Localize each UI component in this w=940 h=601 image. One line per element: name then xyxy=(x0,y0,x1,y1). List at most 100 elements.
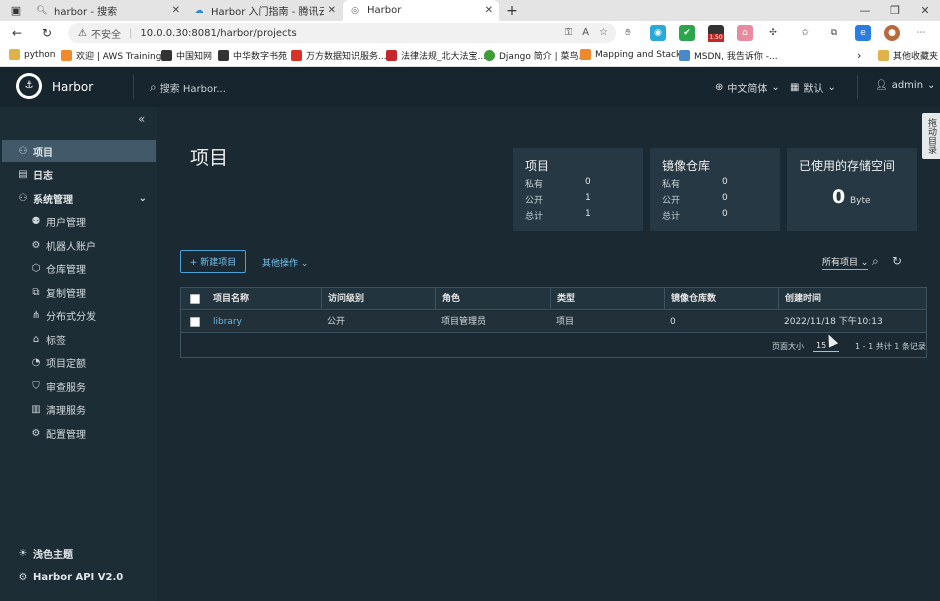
bookmark-label: 中华数字书苑 xyxy=(233,52,288,62)
stat-label: 私有 xyxy=(662,180,681,190)
reload-icon[interactable]: ↻ xyxy=(38,24,56,42)
sidebar-item-label: 用户管理 xyxy=(46,217,86,229)
restore-icon[interactable]: ❐ xyxy=(880,0,910,21)
more-icon[interactable]: ⋯ xyxy=(913,25,929,41)
column-header-role[interactable]: 角色 xyxy=(435,288,549,310)
favorites-icon[interactable]: ✩ xyxy=(797,25,813,41)
edge-extension-icon[interactable]: e xyxy=(855,25,871,41)
column-header-type[interactable]: 类型 xyxy=(550,288,664,310)
sidebar-item-distribution[interactable]: ⋔ 分布式分发 xyxy=(0,304,157,326)
stat-value: 1 xyxy=(585,193,591,203)
shield-extension-icon[interactable]: ✔ xyxy=(679,25,695,41)
bookmark-item[interactable]: 中国知网 xyxy=(161,49,212,62)
sidebar-item-labels[interactable]: ⌂ 标签 xyxy=(0,328,157,350)
other-bookmarks[interactable]: 其他收藏夹 xyxy=(878,49,938,62)
global-search[interactable]: ⌕ 搜索 Harbor... xyxy=(150,80,226,95)
close-tab-icon[interactable]: ✕ xyxy=(485,5,493,16)
close-tab-icon[interactable]: ✕ xyxy=(172,5,180,16)
puzzle-icon[interactable]: ✣ xyxy=(765,25,781,41)
project-filter-select[interactable]: 所有项目 ⌄ xyxy=(822,255,869,270)
api-label: Harbor API V2.0 xyxy=(33,571,124,583)
hand-icon[interactable]: ✋︎ xyxy=(620,25,636,41)
sidebar-item-clean-up[interactable]: ▥ 清理服务 xyxy=(0,398,157,420)
more-actions-dropdown[interactable]: 其他操作 ⌄ xyxy=(262,256,308,269)
sidebar-item-robots[interactable]: ⚙ 机器人账户 xyxy=(0,234,157,256)
extension-badge: 1.50 xyxy=(708,34,724,42)
select-all-checkbox[interactable] xyxy=(190,294,200,304)
collapse-sidebar-icon[interactable]: « xyxy=(138,112,145,126)
theme-toggle[interactable]: ☀ 浅色主题 xyxy=(0,542,157,564)
bookmark-item[interactable]: 法律法规_北大法宝... xyxy=(386,49,486,62)
url-separator: | xyxy=(128,27,133,39)
search-placeholder: 搜索 Harbor... xyxy=(159,84,226,95)
bookmark-item[interactable]: 中华数字书苑 xyxy=(218,49,287,62)
api-explorer-link[interactable]: ⚙ Harbor API V2.0 xyxy=(0,566,157,588)
bookmarks-overflow-icon[interactable]: › xyxy=(857,49,861,62)
url-field[interactable]: ⚠ 不安全 | 10.0.0.30:8081/harbor/projects ⚿… xyxy=(68,23,616,43)
new-tab-icon[interactable]: + xyxy=(504,3,520,19)
browser-tab-search[interactable]: 🔍︎ harbor - 搜索 ✕ xyxy=(30,0,186,21)
profile-avatar[interactable]: ● xyxy=(884,25,900,41)
sidebar-item-label: 日志 xyxy=(33,170,53,182)
bookmark-item[interactable]: MSDN, 我告诉你 -... xyxy=(679,49,778,62)
table-row[interactable]: library 公开 项目管理员 项目 0 2022/11/18 下午10:13 xyxy=(181,311,926,333)
trash-icon: ▥ xyxy=(31,403,41,415)
collections-icon[interactable]: ⧉ xyxy=(826,25,842,41)
column-header-created[interactable]: 创建时间 xyxy=(778,288,926,310)
bookmark-item[interactable]: Mapping and Stack... xyxy=(580,49,690,60)
tab-actions-icon[interactable]: ▣ xyxy=(8,3,24,19)
read-aloud-icon[interactable]: A xyxy=(582,23,589,43)
floating-side-tab[interactable]: 拖动目录 xyxy=(922,113,940,159)
bookmark-label: MSDN, 我告诉你 -... xyxy=(694,52,778,62)
bookmark-item[interactable]: 欢迎 | AWS Training... xyxy=(61,49,170,62)
storage-value: 0 xyxy=(832,186,846,208)
bookmark-item[interactable]: 万方数据知识服务... xyxy=(291,49,387,62)
close-window-icon[interactable]: ✕ xyxy=(910,0,940,21)
minimize-icon[interactable]: — xyxy=(850,0,880,21)
sidebar-item-label: 标签 xyxy=(46,335,66,347)
chevron-down-icon: ⌄ xyxy=(300,259,309,269)
browser-tab-tencent[interactable]: ☁ Harbor 入门指南 - 腾讯云开发者 ✕ xyxy=(187,0,342,21)
back-icon[interactable]: ← xyxy=(8,24,26,42)
search-icon[interactable]: ⌕ xyxy=(872,254,879,269)
column-header-name[interactable]: 项目名称 xyxy=(207,288,321,310)
bookmark-item[interactable]: python xyxy=(9,49,55,60)
main-content: 项目 项目 私有 0 公开 1 总计 1 镜像仓库 私有 0 公开 0 总计 0 已使用的存… xyxy=(157,107,940,601)
key-icon[interactable]: ⚿ xyxy=(565,23,573,43)
extension-cat-icon[interactable]: ◉ xyxy=(650,25,666,41)
sidebar-item-configuration[interactable]: ⚙ 配置管理 xyxy=(0,422,157,444)
language-selector[interactable]: ⊕ 中文简体 ⌄ xyxy=(715,80,780,95)
brand-name[interactable]: Harbor xyxy=(52,80,93,94)
sidebar-item-logs[interactable]: ▤ 日志 xyxy=(0,163,157,185)
stat-value: 0 xyxy=(585,177,591,187)
sidebar-item-projects[interactable]: ⚇ 项目 xyxy=(2,140,156,162)
more-actions-label: 其他操作 xyxy=(262,259,299,269)
browser-tab-harbor[interactable]: ◎ Harbor ✕ xyxy=(343,0,499,21)
close-tab-icon[interactable]: ✕ xyxy=(328,5,336,16)
row-checkbox[interactable] xyxy=(190,317,200,327)
sidebar-item-interrogation[interactable]: ⛉ 审查服务 xyxy=(0,375,157,397)
refresh-icon[interactable]: ↻ xyxy=(892,254,902,268)
column-header-access[interactable]: 访问级别 xyxy=(321,288,435,310)
sidebar-item-replication[interactable]: ⧉ 复制管理 xyxy=(0,281,157,303)
api-icon: ⚙ xyxy=(18,571,28,583)
extension-pink-icon[interactable]: ⌂ xyxy=(737,25,753,41)
sidebar-item-registries[interactable]: ⬡ 仓库管理 xyxy=(0,257,157,279)
sidebar-item-quotas[interactable]: ◔ 项目定额 xyxy=(0,351,157,373)
project-name-link[interactable]: library xyxy=(207,311,242,333)
favorite-add-icon[interactable]: ☆ xyxy=(599,23,608,43)
date-format-selector[interactable]: ▦ 默认 ⌄ xyxy=(790,80,836,95)
globe-icon: ◎ xyxy=(351,5,359,16)
sidebar-item-admin[interactable]: ⚇ 系统管理 ⌄ xyxy=(0,187,157,209)
new-project-button[interactable]: + 新建项目 xyxy=(180,250,246,273)
browser-tab-bar: ▣ 🔍︎ harbor - 搜索 ✕ ☁ Harbor 入门指南 - 腾讯云开发… xyxy=(0,0,940,21)
users-icon: ⚉ xyxy=(31,215,41,227)
sidebar-item-label: 机器人账户 xyxy=(46,241,96,253)
chevron-down-icon: ⌄ xyxy=(771,82,780,93)
column-header-repo-count[interactable]: 镜像仓库数 xyxy=(664,288,778,310)
extension-badge-icon[interactable]: 1.50 xyxy=(708,25,724,42)
harbor-logo-icon[interactable]: ⚓ xyxy=(16,73,42,99)
user-menu[interactable]: 👤︎ admin ⌄ xyxy=(875,80,935,91)
bookmark-item[interactable]: Django 简介 | 菜鸟... xyxy=(484,49,587,62)
sidebar-item-users[interactable]: ⚉ 用户管理 xyxy=(0,210,157,232)
